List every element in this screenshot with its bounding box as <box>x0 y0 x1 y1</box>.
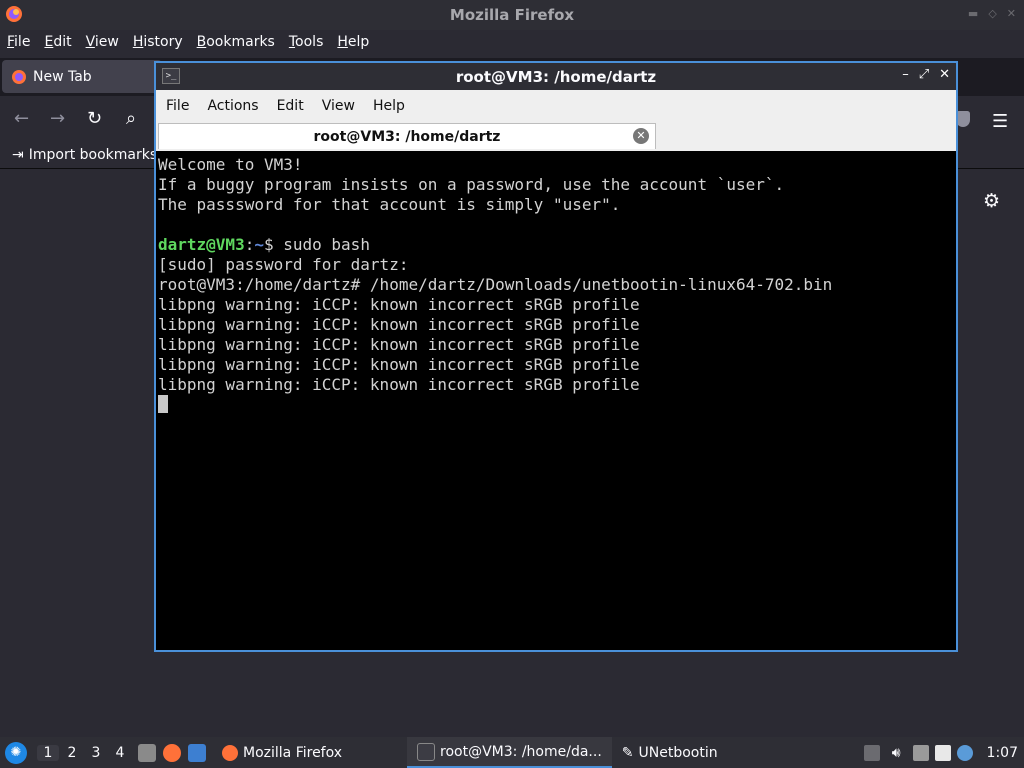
terminal-line: libpng warning: iCCP: known incorrect sR… <box>158 315 640 334</box>
workspace-2[interactable]: 2 <box>61 745 83 761</box>
terminal-window: >_ root@VM3: /home/dartz – ⤢ ✕ File Acti… <box>154 61 958 652</box>
menu-edit[interactable]: Edit <box>37 34 78 50</box>
restore-icon[interactable]: ◇ <box>988 7 996 20</box>
terminal-icon: >_ <box>162 68 180 84</box>
terminal-line: libpng warning: iCCP: known incorrect sR… <box>158 335 640 354</box>
terminal-output[interactable]: Welcome to VM3! If a buggy program insist… <box>158 155 954 650</box>
terminal-line: If a buggy program insists on a password… <box>158 175 785 194</box>
import-bookmarks-link[interactable]: ⇥ Import bookmarks... <box>12 147 171 163</box>
reload-icon[interactable]: ↻ <box>87 108 102 129</box>
firefox-icon <box>12 69 26 84</box>
terminal-tab-label: root@VM3: /home/dartz <box>313 128 501 145</box>
prompt-line: dartz@VM3:~$ sudo bash <box>158 235 954 255</box>
terminal-titlebar[interactable]: >_ root@VM3: /home/dartz – ⤢ ✕ <box>156 63 956 90</box>
prompt-separator: : <box>244 235 255 254</box>
show-desktop-icon[interactable] <box>188 743 206 762</box>
prompt-user: dartz@VM3 <box>158 235 245 254</box>
menu-bookmarks[interactable]: Bookmarks <box>190 34 282 50</box>
task-label: UNetbootin <box>638 744 718 761</box>
terminal-line: Welcome to VM3! <box>158 155 303 174</box>
back-icon[interactable]: ← <box>14 108 29 129</box>
maximize-icon[interactable]: ⤢ <box>919 67 929 82</box>
unetbootin-icon: ✎ <box>621 744 634 761</box>
task-label: root@VM3: /home/da... <box>440 743 602 760</box>
firefox-window-title: Mozilla Firefox <box>449 6 575 24</box>
network-icon[interactable] <box>912 744 929 761</box>
menu-help[interactable]: Help <box>330 34 376 50</box>
firefox-icon <box>222 744 238 761</box>
clock[interactable]: 1:07 <box>987 745 1018 761</box>
close-icon[interactable]: ✕ <box>1007 7 1016 20</box>
app-menu-icon[interactable]: ☰ <box>992 111 1008 132</box>
menu-tools[interactable]: Tools <box>282 34 331 50</box>
import-icon: ⇥ <box>12 147 24 163</box>
minimize-icon[interactable]: – <box>902 67 909 82</box>
task-label: Mozilla Firefox <box>243 744 343 761</box>
ublock-shield-icon[interactable] <box>956 111 970 127</box>
terminal-cursor <box>158 395 168 413</box>
import-bookmarks-label: Import bookmarks... <box>28 147 171 163</box>
task-firefox[interactable]: Mozilla Firefox <box>212 737 352 768</box>
menu-file[interactable]: File <box>0 34 37 50</box>
tab-label: New Tab <box>33 68 92 85</box>
task-unetbootin[interactable]: ✎ UNetbootin <box>612 737 728 768</box>
terminal-line: The passsword for that account is simply… <box>158 195 621 214</box>
volume-icon[interactable]: 🔊︎ <box>892 745 901 761</box>
firefox-logo-icon <box>6 6 22 22</box>
terminal-line: libpng warning: iCCP: known incorrect sR… <box>158 295 640 314</box>
firefox-menubar: File Edit View History Bookmarks Tools H… <box>0 30 1024 54</box>
task-terminal[interactable]: root@VM3: /home/da... <box>407 737 612 768</box>
terminal-line: libpng warning: iCCP: known incorrect sR… <box>158 375 640 394</box>
clipboard-icon[interactable] <box>934 744 951 761</box>
terminal-line: [sudo] password for dartz: <box>158 255 409 274</box>
terminal-tab[interactable]: root@VM3: /home/dartz ✕ <box>158 123 656 149</box>
prompt-command: $ sudo bash <box>263 235 370 254</box>
firefox-launcher-icon[interactable] <box>163 743 181 762</box>
notification-icon[interactable] <box>956 744 973 761</box>
menu-help[interactable]: Help <box>363 98 413 114</box>
minimize-icon[interactable]: ▬ <box>968 7 978 20</box>
menu-history[interactable]: History <box>126 34 190 50</box>
system-tray: 🔊︎ 1:07 <box>863 737 1024 768</box>
terminal-line: root@VM3:/home/dartz# /home/dartz/Downlo… <box>158 275 833 294</box>
prompt-path: ~ <box>254 235 264 254</box>
firefox-titlebar: Mozilla Firefox ▬ ◇ ✕ <box>0 0 1024 30</box>
cursor-line <box>158 395 954 415</box>
menu-file[interactable]: File <box>156 98 197 114</box>
tab-new-tab[interactable]: New Tab <box>2 60 162 93</box>
updates-icon[interactable] <box>863 744 880 761</box>
file-manager-icon[interactable] <box>138 743 156 762</box>
workspace-4[interactable]: 4 <box>109 745 131 761</box>
terminal-tabbar: root@VM3: /home/dartz ✕ <box>156 121 956 151</box>
menu-edit[interactable]: Edit <box>267 98 312 114</box>
menu-actions[interactable]: Actions <box>197 98 266 114</box>
terminal-window-title: root@VM3: /home/dartz <box>455 67 657 86</box>
terminal-icon <box>417 742 436 761</box>
tab-close-icon[interactable]: ✕ <box>633 128 649 144</box>
close-icon[interactable]: ✕ <box>939 67 950 82</box>
workspace-3[interactable]: 3 <box>85 745 107 761</box>
forward-icon[interactable]: → <box>50 108 65 129</box>
menu-view[interactable]: View <box>312 98 363 114</box>
terminal-line: libpng warning: iCCP: known incorrect sR… <box>158 355 640 374</box>
search-icon[interactable]: ⌕ <box>126 108 136 129</box>
workspace-1[interactable]: 1 <box>37 744 59 761</box>
terminal-menubar: File Actions Edit View Help <box>156 90 956 121</box>
menu-view[interactable]: View <box>79 34 126 50</box>
start-menu-icon[interactable]: ✺ <box>5 741 27 764</box>
gear-icon[interactable]: ⚙ <box>983 190 1000 212</box>
taskbar: ✺ 1 2 3 4 Mozilla Firefox root@VM3: /hom… <box>0 737 1024 768</box>
